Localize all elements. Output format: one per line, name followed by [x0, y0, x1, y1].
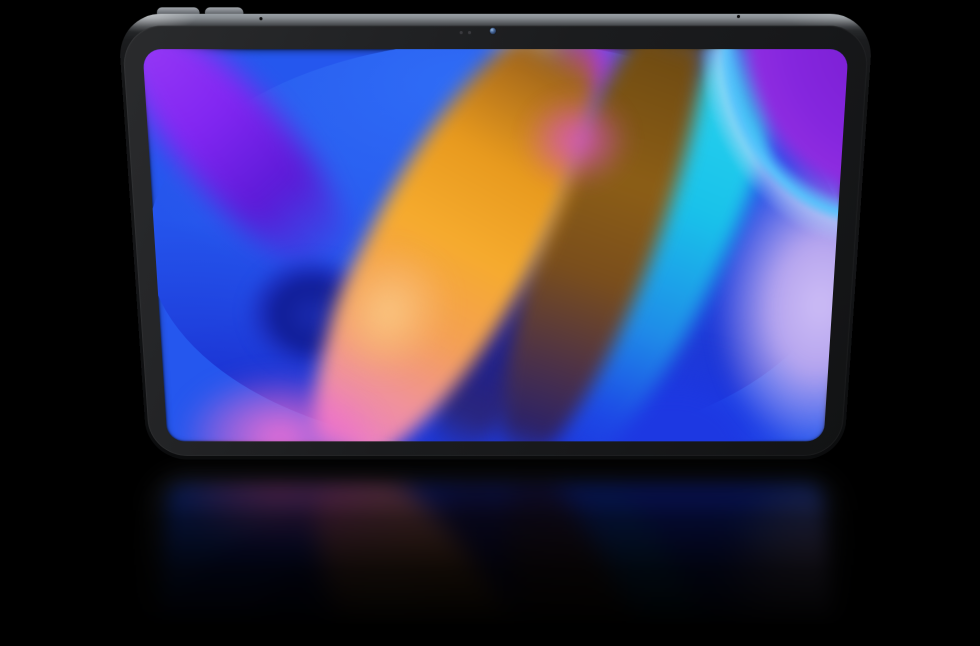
tablet-device [133, 21, 858, 471]
tablet-screen [142, 485, 848, 646]
tablet-device [133, 455, 858, 646]
sensor-dot-right [467, 31, 470, 34]
tablet-reflection [133, 455, 858, 646]
tablet-front-bezel [121, 470, 870, 646]
tablet-anchor [133, 21, 858, 471]
wallpaper [142, 485, 848, 646]
sensor-dot-left [459, 31, 462, 34]
tablet-perspective [117, 466, 873, 646]
wallpaper-bottom-blue [522, 485, 824, 586]
wallpaper-orange-band [264, 485, 649, 646]
tablet-screen [142, 49, 848, 441]
wallpaper-peach-glow [305, 528, 473, 646]
scene-background [0, 0, 980, 646]
wallpaper-dome-cyan-rim [561, 549, 848, 646]
wallpaper-lavender-glow [696, 485, 848, 646]
wallpaper-cyan-band [524, 485, 827, 646]
wallpaper [142, 49, 848, 441]
wallpaper-purple-streak [142, 621, 384, 646]
wallpaper-indigo-shadow [409, 485, 593, 646]
microphone-hole-left [259, 17, 262, 20]
wallpaper-blue-vortex [238, 550, 387, 646]
wallpaper-purple-dome [587, 574, 849, 646]
tablet-front-bezel [121, 26, 870, 456]
wallpaper-blue-field [142, 485, 848, 646]
tablet-frame [117, 466, 873, 646]
front-camera [489, 28, 495, 34]
tablet-perspective [117, 14, 873, 460]
wallpaper-pink-bottom [176, 485, 383, 554]
reflection-flip [133, 455, 858, 646]
wallpaper-brown-band [466, 485, 745, 646]
